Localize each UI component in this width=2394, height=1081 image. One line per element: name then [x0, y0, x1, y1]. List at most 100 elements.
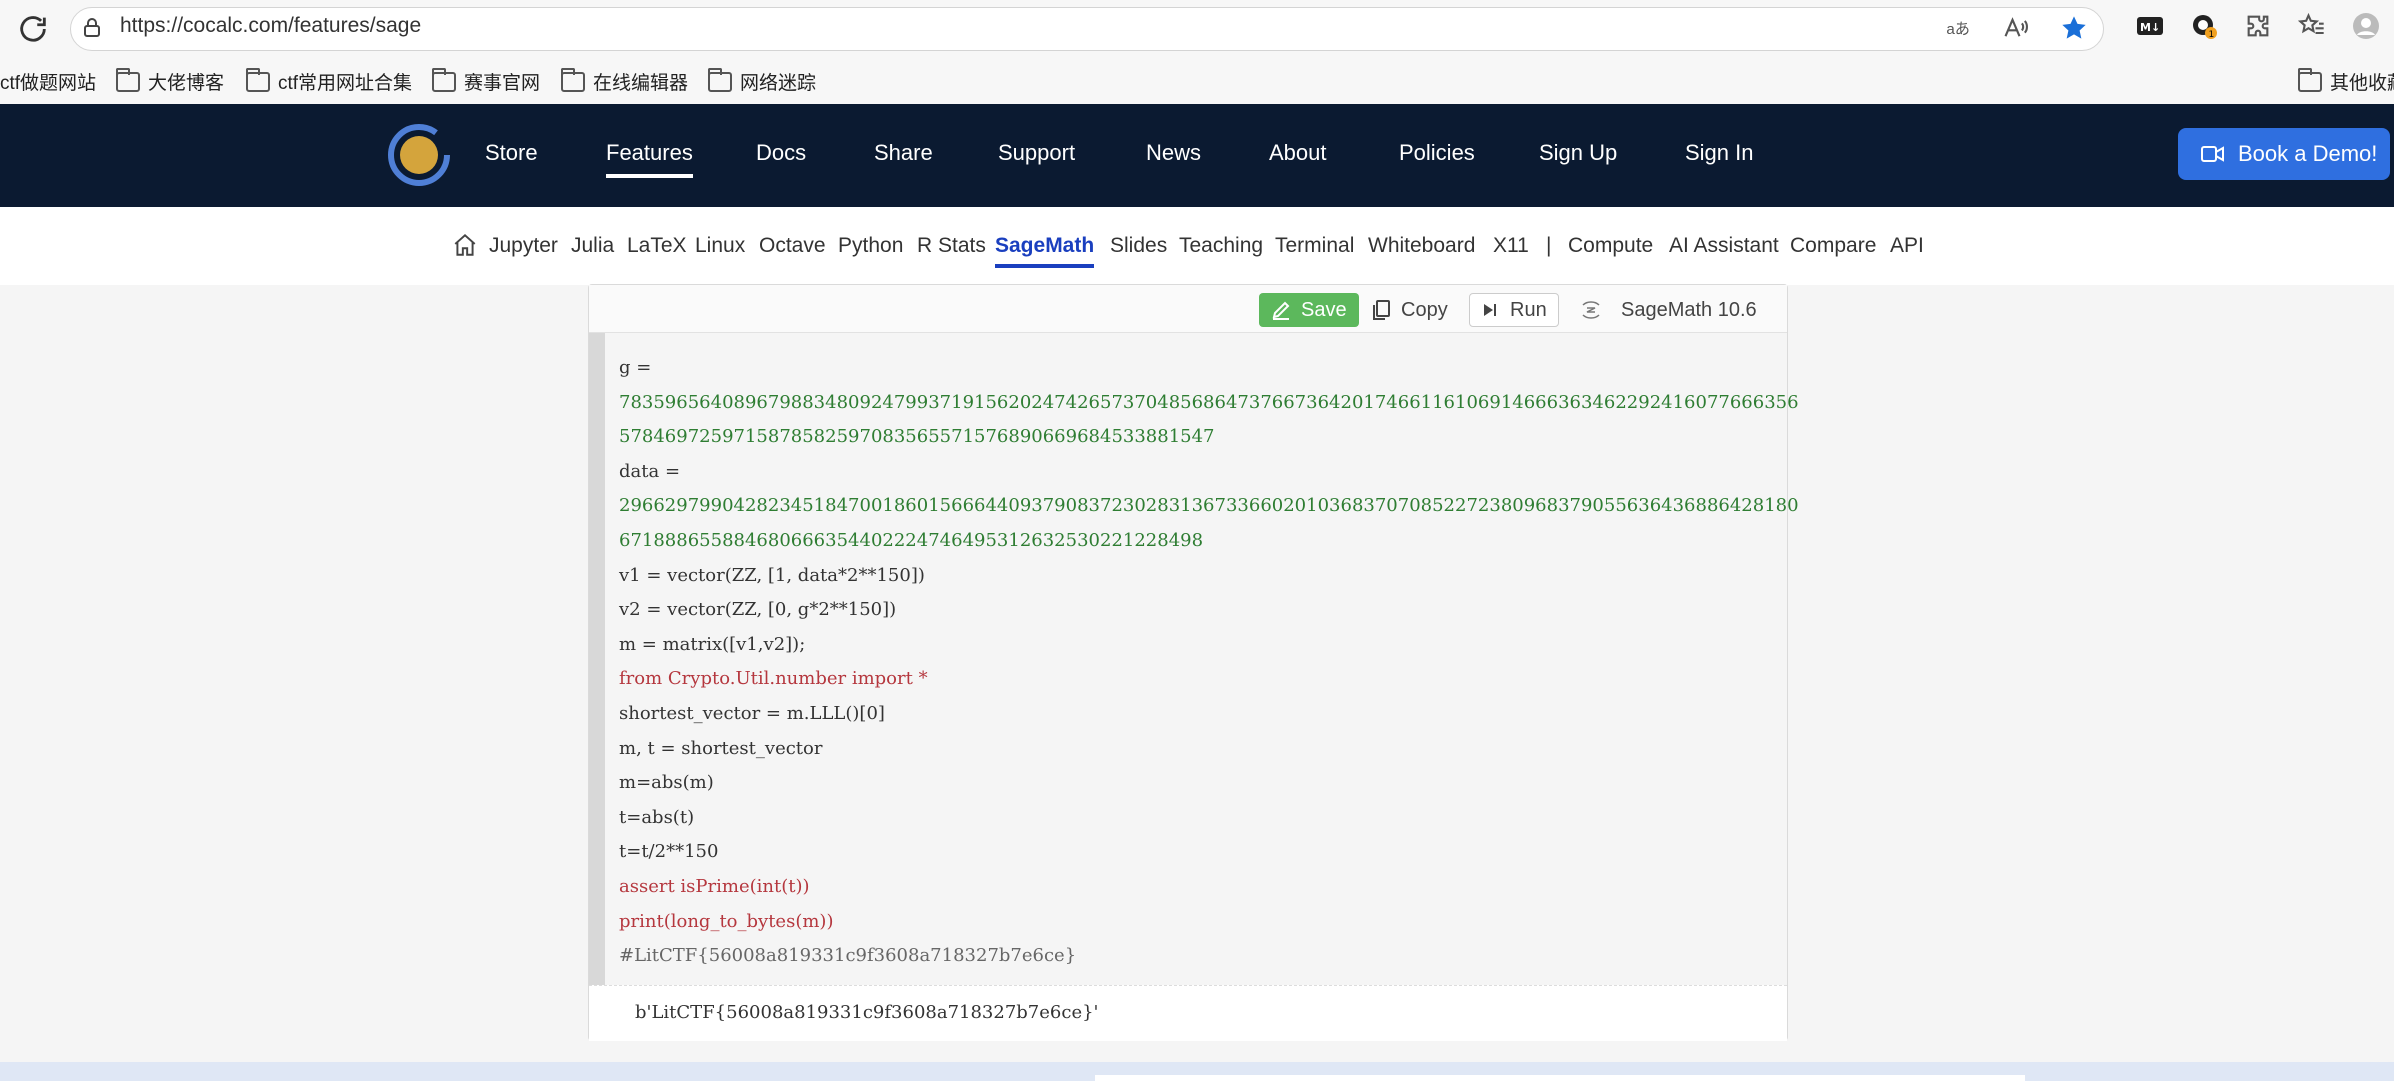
svg-text:M↓: M↓ [2140, 21, 2160, 34]
translate-icon[interactable]: aあ [1944, 14, 1972, 42]
code-line: print(long_to_bytes(m)) [619, 910, 834, 932]
subnav-whiteboard[interactable]: Whiteboard [1368, 234, 1475, 258]
address-bar-actions: aあ [1944, 14, 2088, 42]
subnav-julia[interactable]: Julia [571, 234, 614, 258]
code-line: 5784697259715878582597083565571576890669… [619, 426, 1215, 448]
read-aloud-icon[interactable] [2002, 14, 2030, 42]
other-bookmarks-folder[interactable]: 其他收藏 [2298, 67, 2394, 95]
bookmark-folder[interactable]: 赛事官网 [432, 67, 541, 95]
favorite-star-icon[interactable] [2060, 14, 2088, 42]
video-camera-icon [2201, 146, 2224, 162]
cell-output: b'LitCTF{56008a819331c9f3608a718327b7e6c… [589, 985, 1787, 1041]
code-editor[interactable]: g = 783596564089679883480924799371915620… [589, 333, 1799, 985]
extensions-puzzle-icon[interactable] [2244, 12, 2272, 40]
bookmark-label: 大佬博客 [148, 73, 225, 94]
code-line: m=abs(m) [619, 772, 714, 794]
output-text: b'LitCTF{56008a819331c9f3608a718327b7e6c… [635, 1002, 1099, 1023]
bookmark-label: ctf常用网址合集 [278, 73, 413, 94]
subnav-ai-assistant[interactable]: AI Assistant [1669, 234, 1779, 258]
subnav-x11[interactable]: X11 [1493, 234, 1529, 258]
cell-toolbar: Save Copy Run SageMath 10.6 [589, 285, 1787, 333]
subnav-compute[interactable]: Compute [1568, 234, 1653, 258]
subnav-linux[interactable]: Linux [695, 234, 745, 258]
nav-sign-up[interactable]: Sign Up [1539, 140, 1617, 166]
subnav-jupyter[interactable]: Jupyter [489, 234, 558, 258]
nav-share[interactable]: Share [874, 140, 933, 166]
subnav-python[interactable]: Python [838, 234, 903, 258]
code-line: m, t = shortest_vector [619, 737, 823, 759]
save-button[interactable]: Save [1259, 293, 1359, 327]
code-line: 7835965640896798834809247993719156202474… [619, 391, 1799, 413]
save-label: Save [1301, 298, 1347, 321]
extension-badge-icon[interactable]: 1 [2190, 12, 2218, 40]
code-line: #LitCTF{56008a819331c9f3608a718327b7e6ce… [619, 945, 1077, 967]
subnav-terminal[interactable]: Terminal [1275, 234, 1354, 258]
copy-label: Copy [1401, 298, 1448, 321]
subnav-sagemath[interactable]: SageMath [995, 234, 1095, 268]
folder-icon [116, 67, 140, 92]
code-cell: Save Copy Run SageMath 10.6 g = 78359656… [588, 284, 1799, 1041]
subnav-compare[interactable]: Compare [1790, 234, 1876, 258]
folder-icon [561, 67, 585, 92]
subnav-divider: | [1546, 234, 1552, 257]
bookmarks-bar: ctf做题网站 大佬博客 ctf常用网址合集 赛事官网 在线编辑器 网络迷踪 其… [0, 58, 2394, 104]
code-line: shortest_vector = m.LLL()[0] [619, 702, 885, 724]
url-text[interactable]: https://cocalc.com/features/sage [120, 14, 421, 38]
book-demo-label: Book a Demo! [2238, 141, 2378, 166]
svg-text:aあ: aあ [1946, 21, 1970, 38]
code-line: t=t/2**150 [619, 841, 719, 863]
folder-icon [246, 67, 270, 92]
folder-icon [708, 67, 732, 92]
nav-docs[interactable]: Docs [756, 140, 806, 166]
code-line: from Crypto.Util.number import * [619, 668, 928, 690]
copy-button[interactable]: Copy [1371, 293, 1448, 327]
subnav-latex[interactable]: LaTeX [627, 234, 687, 258]
kernel-indicator: SageMath 10.6 [1579, 293, 1757, 327]
subnav-api[interactable]: API [1890, 234, 1924, 258]
nav-news[interactable]: News [1146, 140, 1201, 166]
nav-support[interactable]: Support [998, 140, 1075, 166]
nav-about[interactable]: About [1269, 140, 1327, 166]
folder-icon [2298, 67, 2322, 92]
bookmark-label: ctf做题网站 [0, 73, 97, 94]
bookmark-label: 其他收藏 [2330, 73, 2394, 94]
favorites-list-icon[interactable] [2298, 12, 2326, 40]
nav-sign-in[interactable]: Sign In [1685, 140, 1754, 166]
pencil-icon [1272, 301, 1290, 320]
run-button[interactable]: Run [1469, 293, 1559, 327]
markdown-extension-icon[interactable]: M↓ [2136, 12, 2164, 40]
subnav-slides[interactable]: Slides [1110, 234, 1167, 258]
cocalc-logo-icon[interactable] [386, 122, 452, 188]
subnav-octave[interactable]: Octave [759, 234, 826, 258]
kernel-label: SageMath 10.6 [1621, 298, 1757, 321]
code-line: v1 = vector(ZZ, [1, data*2**150]) [619, 564, 925, 586]
bookmark-folder[interactable]: ctf常用网址合集 [246, 67, 413, 95]
editor-gutter [589, 333, 605, 985]
code-line: data = [619, 460, 681, 482]
bookmark-folder[interactable]: 大佬博客 [116, 67, 225, 95]
bookmark-item[interactable]: ctf做题网站 [0, 68, 96, 95]
home-icon[interactable] [452, 232, 478, 258]
subnav-r-stats[interactable]: R Stats [917, 234, 986, 258]
profile-avatar-icon[interactable] [2352, 12, 2380, 40]
nav-features[interactable]: Features [606, 140, 693, 178]
bookmark-label: 赛事官网 [464, 73, 541, 94]
code-line: 6718886558846806663544022247464953126325… [619, 529, 1204, 551]
bookmark-label: 在线编辑器 [593, 73, 689, 94]
lock-icon[interactable] [80, 16, 104, 40]
copy-icon [1373, 300, 1390, 320]
code-content: g = 783596564089679883480924799371915620… [619, 351, 1799, 974]
code-line: v2 = vector(ZZ, [0, g*2**150]) [619, 599, 897, 621]
bookmark-label: 网络迷踪 [740, 73, 817, 94]
features-subnav: Jupyter Julia LaTeX Linux Octave Python … [0, 207, 2394, 285]
bookmark-folder[interactable]: 网络迷踪 [708, 67, 817, 95]
bookmark-folder[interactable]: 在线编辑器 [561, 67, 689, 95]
reload-icon[interactable] [16, 12, 50, 46]
sagemath-logo-icon [1582, 301, 1600, 319]
nav-policies[interactable]: Policies [1399, 140, 1475, 166]
browser-actions: M↓ 1 [2136, 12, 2380, 40]
nav-store[interactable]: Store [485, 140, 538, 166]
subnav-teaching[interactable]: Teaching [1179, 234, 1263, 258]
code-line: assert isPrime(int(t)) [619, 875, 810, 897]
book-demo-button[interactable]: Book a Demo! [2178, 128, 2390, 180]
